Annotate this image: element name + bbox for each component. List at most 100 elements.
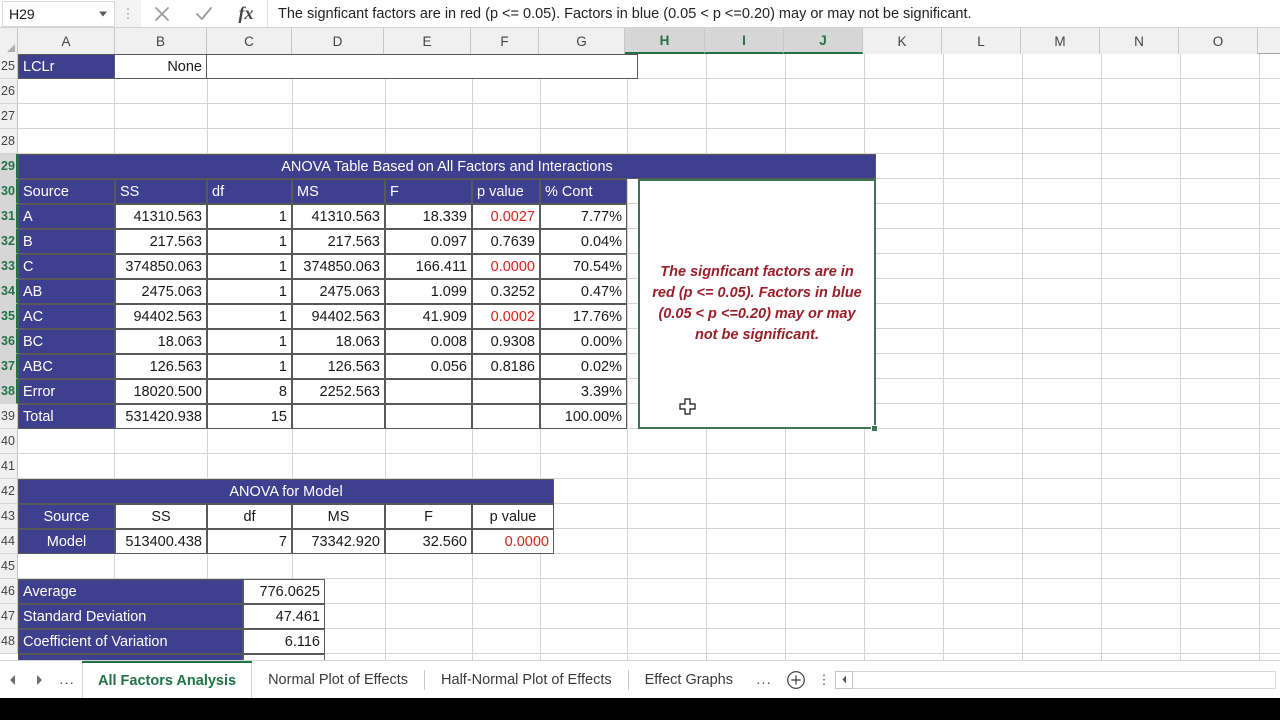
table-row[interactable] [385, 379, 472, 404]
horizontal-scrollbar[interactable] [835, 670, 1276, 690]
table-row[interactable]: 374850.063 [115, 254, 207, 279]
table-row[interactable]: 0.0002 [472, 304, 540, 329]
insert-function-icon[interactable]: fx [225, 0, 267, 27]
next-sheet-button[interactable] [26, 661, 52, 699]
table-row[interactable]: 1.099 [385, 279, 472, 304]
table-row[interactable]: 41310.563 [292, 204, 385, 229]
table-row[interactable]: 94402.563 [115, 304, 207, 329]
prev-sheet-button[interactable] [0, 661, 26, 699]
table-row[interactable]: 374850.063 [292, 254, 385, 279]
row-header-44[interactable]: 44 [0, 529, 18, 554]
table-row[interactable]: 531420.938 [115, 404, 207, 429]
row-header-42[interactable]: 42 [0, 479, 18, 504]
table-row[interactable]: 1 [207, 354, 292, 379]
table-row[interactable]: 1 [207, 279, 292, 304]
table-row[interactable]: 0.0000 [472, 529, 554, 554]
table-row[interactable]: 94402.563 [292, 304, 385, 329]
row-header-32[interactable]: 32 [0, 229, 18, 254]
row-header-40[interactable]: 40 [0, 429, 18, 454]
table-row[interactable]: 0.7639 [472, 229, 540, 254]
table-row[interactable]: 1 [207, 254, 292, 279]
select-all-corner[interactable] [0, 28, 18, 54]
sheet-tab-half-normal-plot-of-effects[interactable]: Half-Normal Plot of Effects [425, 661, 628, 699]
table-row[interactable] [385, 404, 472, 429]
stats-value-std-dev[interactable]: 47.461 [243, 604, 325, 629]
table-row[interactable]: 17.76% [540, 304, 627, 329]
row-header-29[interactable]: 29 [0, 154, 18, 179]
fill-handle[interactable] [871, 425, 878, 432]
column-header-M[interactable]: M [1021, 28, 1100, 54]
sheet-tab-effect-graphs[interactable]: Effect Graphs [629, 661, 749, 699]
sheet-tab-normal-plot-of-effects[interactable]: Normal Plot of Effects [252, 661, 424, 699]
table-row[interactable]: 100.00% [540, 404, 627, 429]
row-header-47[interactable]: 47 [0, 604, 18, 629]
column-header-J[interactable]: J [784, 28, 863, 54]
column-header-A[interactable]: A [18, 28, 115, 54]
row-header-37[interactable]: 37 [0, 354, 18, 379]
cell-B25-lclr-value[interactable]: None [115, 54, 207, 79]
table-row[interactable]: 513400.438 [115, 529, 207, 554]
table-row[interactable]: ABC [18, 354, 115, 379]
table-row[interactable]: 1 [207, 229, 292, 254]
row-header-27[interactable]: 27 [0, 104, 18, 129]
chevron-down-icon[interactable] [99, 11, 107, 17]
stats-label-average[interactable]: Average [18, 579, 243, 604]
row-header-48[interactable]: 48 [0, 629, 18, 654]
table-row[interactable]: 70.54% [540, 254, 627, 279]
column-header-L[interactable]: L [942, 28, 1021, 54]
table-row[interactable]: 1 [207, 329, 292, 354]
table-row[interactable]: 18020.500 [115, 379, 207, 404]
table-row[interactable]: 15 [207, 404, 292, 429]
table-row[interactable]: AC [18, 304, 115, 329]
comment-note-box[interactable]: The signficant factors are in red (p <= … [638, 179, 876, 429]
column-header-H[interactable]: H [625, 28, 705, 54]
stats-label-std-dev[interactable]: Standard Deviation [18, 604, 243, 629]
table-row[interactable]: 217.563 [115, 229, 207, 254]
row-header-25[interactable]: 25 [0, 54, 18, 79]
table-row[interactable]: 126.563 [292, 354, 385, 379]
table-row[interactable]: 0.056 [385, 354, 472, 379]
table-row[interactable]: 18.063 [115, 329, 207, 354]
tab-more-vertical-dots-icon[interactable]: ⋮ [813, 672, 835, 688]
table-row[interactable]: 7 [207, 529, 292, 554]
table-row[interactable]: Error [18, 379, 115, 404]
row-header-45[interactable]: 45 [0, 554, 18, 579]
table-row[interactable]: AB [18, 279, 115, 304]
table-row[interactable]: Total [18, 404, 115, 429]
table-row[interactable]: Model [18, 529, 115, 554]
table-row[interactable]: B [18, 229, 115, 254]
cancel-formula-icon[interactable] [141, 0, 183, 27]
sheet-cells[interactable]: LCLr None ANOVA Table Based on All Facto… [18, 54, 1280, 660]
table-row[interactable]: 2475.063 [292, 279, 385, 304]
row-header-28[interactable]: 28 [0, 129, 18, 154]
table-row[interactable] [472, 379, 540, 404]
row-header-38[interactable]: 38 [0, 379, 18, 404]
table-row[interactable]: 0.3252 [472, 279, 540, 304]
table-row[interactable]: A [18, 204, 115, 229]
table-row[interactable]: 0.008 [385, 329, 472, 354]
row-header-39[interactable]: 39 [0, 404, 18, 429]
row-header-31[interactable]: 31 [0, 204, 18, 229]
table-row[interactable]: C [18, 254, 115, 279]
right-tab-ellipsis[interactable]: ... [749, 671, 779, 688]
table-row[interactable]: 0.0000 [472, 254, 540, 279]
column-header-I[interactable]: I [705, 28, 784, 54]
table-row[interactable]: 41.909 [385, 304, 472, 329]
column-header-B[interactable]: B [115, 28, 207, 54]
row-header-36[interactable]: 36 [0, 329, 18, 354]
table-row[interactable]: 0.0027 [472, 204, 540, 229]
column-header-C[interactable]: C [207, 28, 292, 54]
table-row[interactable]: 0.8186 [472, 354, 540, 379]
table-row[interactable]: 166.411 [385, 254, 472, 279]
column-header-F[interactable]: F [471, 28, 539, 54]
stats-label-coeff-var[interactable]: Coefficient of Variation [18, 629, 243, 654]
table-row[interactable]: 0.04% [540, 229, 627, 254]
table-row[interactable]: 18.339 [385, 204, 472, 229]
table-row[interactable]: 1 [207, 204, 292, 229]
row-header-26[interactable]: 26 [0, 79, 18, 104]
hscroll-track[interactable] [853, 670, 1276, 689]
table-row[interactable]: 8 [207, 379, 292, 404]
table-row[interactable]: 18.063 [292, 329, 385, 354]
table-row[interactable]: 32.560 [385, 529, 472, 554]
row-header-30[interactable]: 30 [0, 179, 18, 204]
